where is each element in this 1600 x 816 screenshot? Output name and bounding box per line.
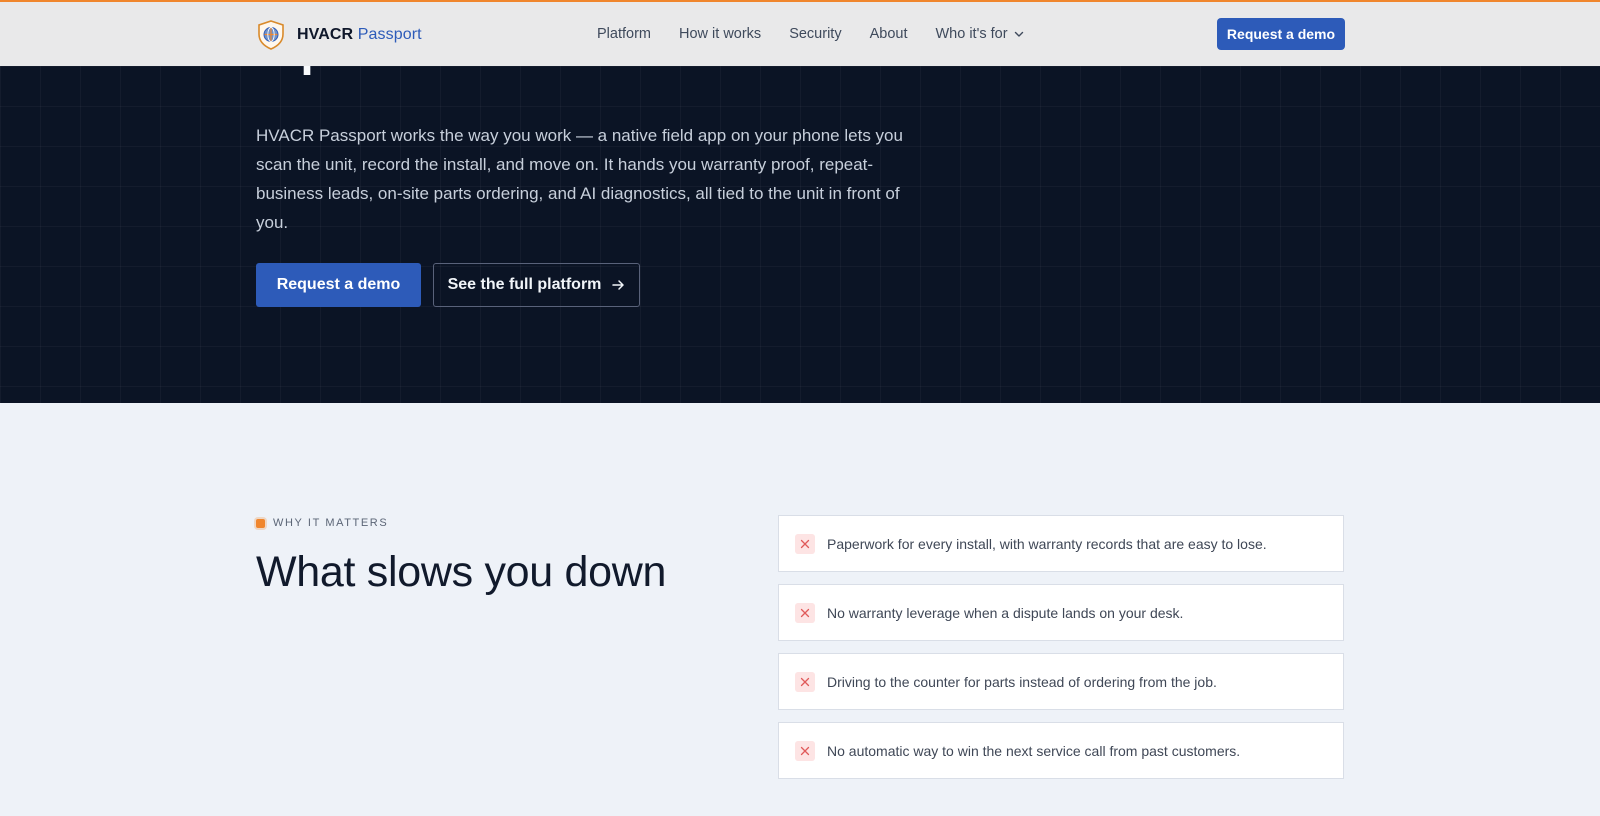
eyebrow-dot-icon <box>256 518 265 528</box>
pain-point-card: Driving to the counter for parts instead… <box>778 653 1344 710</box>
nav-platform[interactable]: Platform <box>597 26 651 42</box>
x-icon <box>795 671 815 692</box>
see-full-platform-label: See the full platform <box>447 276 602 293</box>
pain-point-list: Paperwork for every install, with warran… <box>778 515 1344 791</box>
x-icon <box>795 740 815 761</box>
pain-point-text: Paperwork for every install, with warran… <box>827 535 1267 552</box>
main-nav: Platform How it works Security About Who… <box>597 2 1025 66</box>
x-icon <box>795 533 815 554</box>
eyebrow-text: WHY IT MATTERS <box>273 517 389 529</box>
pain-point-text: Driving to the counter for parts instead… <box>827 673 1217 690</box>
nav-who-its-for-dropdown[interactable]: Who it's for <box>935 26 1024 42</box>
shield-logo-icon <box>258 20 284 50</box>
hero-description: HVACR Passport works the way you work — … <box>256 126 903 232</box>
chevron-down-icon <box>1014 31 1023 37</box>
brand-name-accent: Passport <box>357 26 422 43</box>
brand-link[interactable]: HVACR Passport <box>257 18 422 52</box>
pain-point-text: No warranty leverage when a dispute land… <box>827 604 1184 621</box>
x-icon <box>795 602 815 623</box>
header-request-demo-button[interactable]: Request a demo <box>1217 18 1345 50</box>
nav-about[interactable]: About <box>870 26 908 42</box>
nav-how-it-works[interactable]: How it works <box>679 26 761 42</box>
hero-request-demo-button[interactable]: Request a demo <box>256 263 421 307</box>
hero-title: repeat business. <box>256 66 627 74</box>
top-accent-bar <box>0 0 1600 2</box>
section-eyebrow: WHY IT MATTERS <box>256 517 388 529</box>
why-it-matters-section: WHY IT MATTERS What slows you down Paper… <box>0 403 1600 816</box>
pain-point-card: Paperwork for every install, with warran… <box>778 515 1344 572</box>
section-title: What slows you down <box>256 548 667 596</box>
pain-point-card: No automatic way to win the next service… <box>778 722 1344 779</box>
pain-point-text: No automatic way to win the next service… <box>827 742 1241 759</box>
arrow-right-icon <box>612 280 625 290</box>
site-header: HVACR Passport Platform How it works Sec… <box>0 2 1600 66</box>
nav-who-its-for-label: Who it's for <box>935 26 1008 42</box>
hero-section: repeat business. HVACR Passport works th… <box>0 66 1600 403</box>
see-full-platform-button[interactable]: See the full platform <box>433 263 640 307</box>
pain-point-card: No warranty leverage when a dispute land… <box>778 584 1344 641</box>
nav-security[interactable]: Security <box>789 26 841 42</box>
brand-name: HVACR Passport <box>297 26 422 43</box>
